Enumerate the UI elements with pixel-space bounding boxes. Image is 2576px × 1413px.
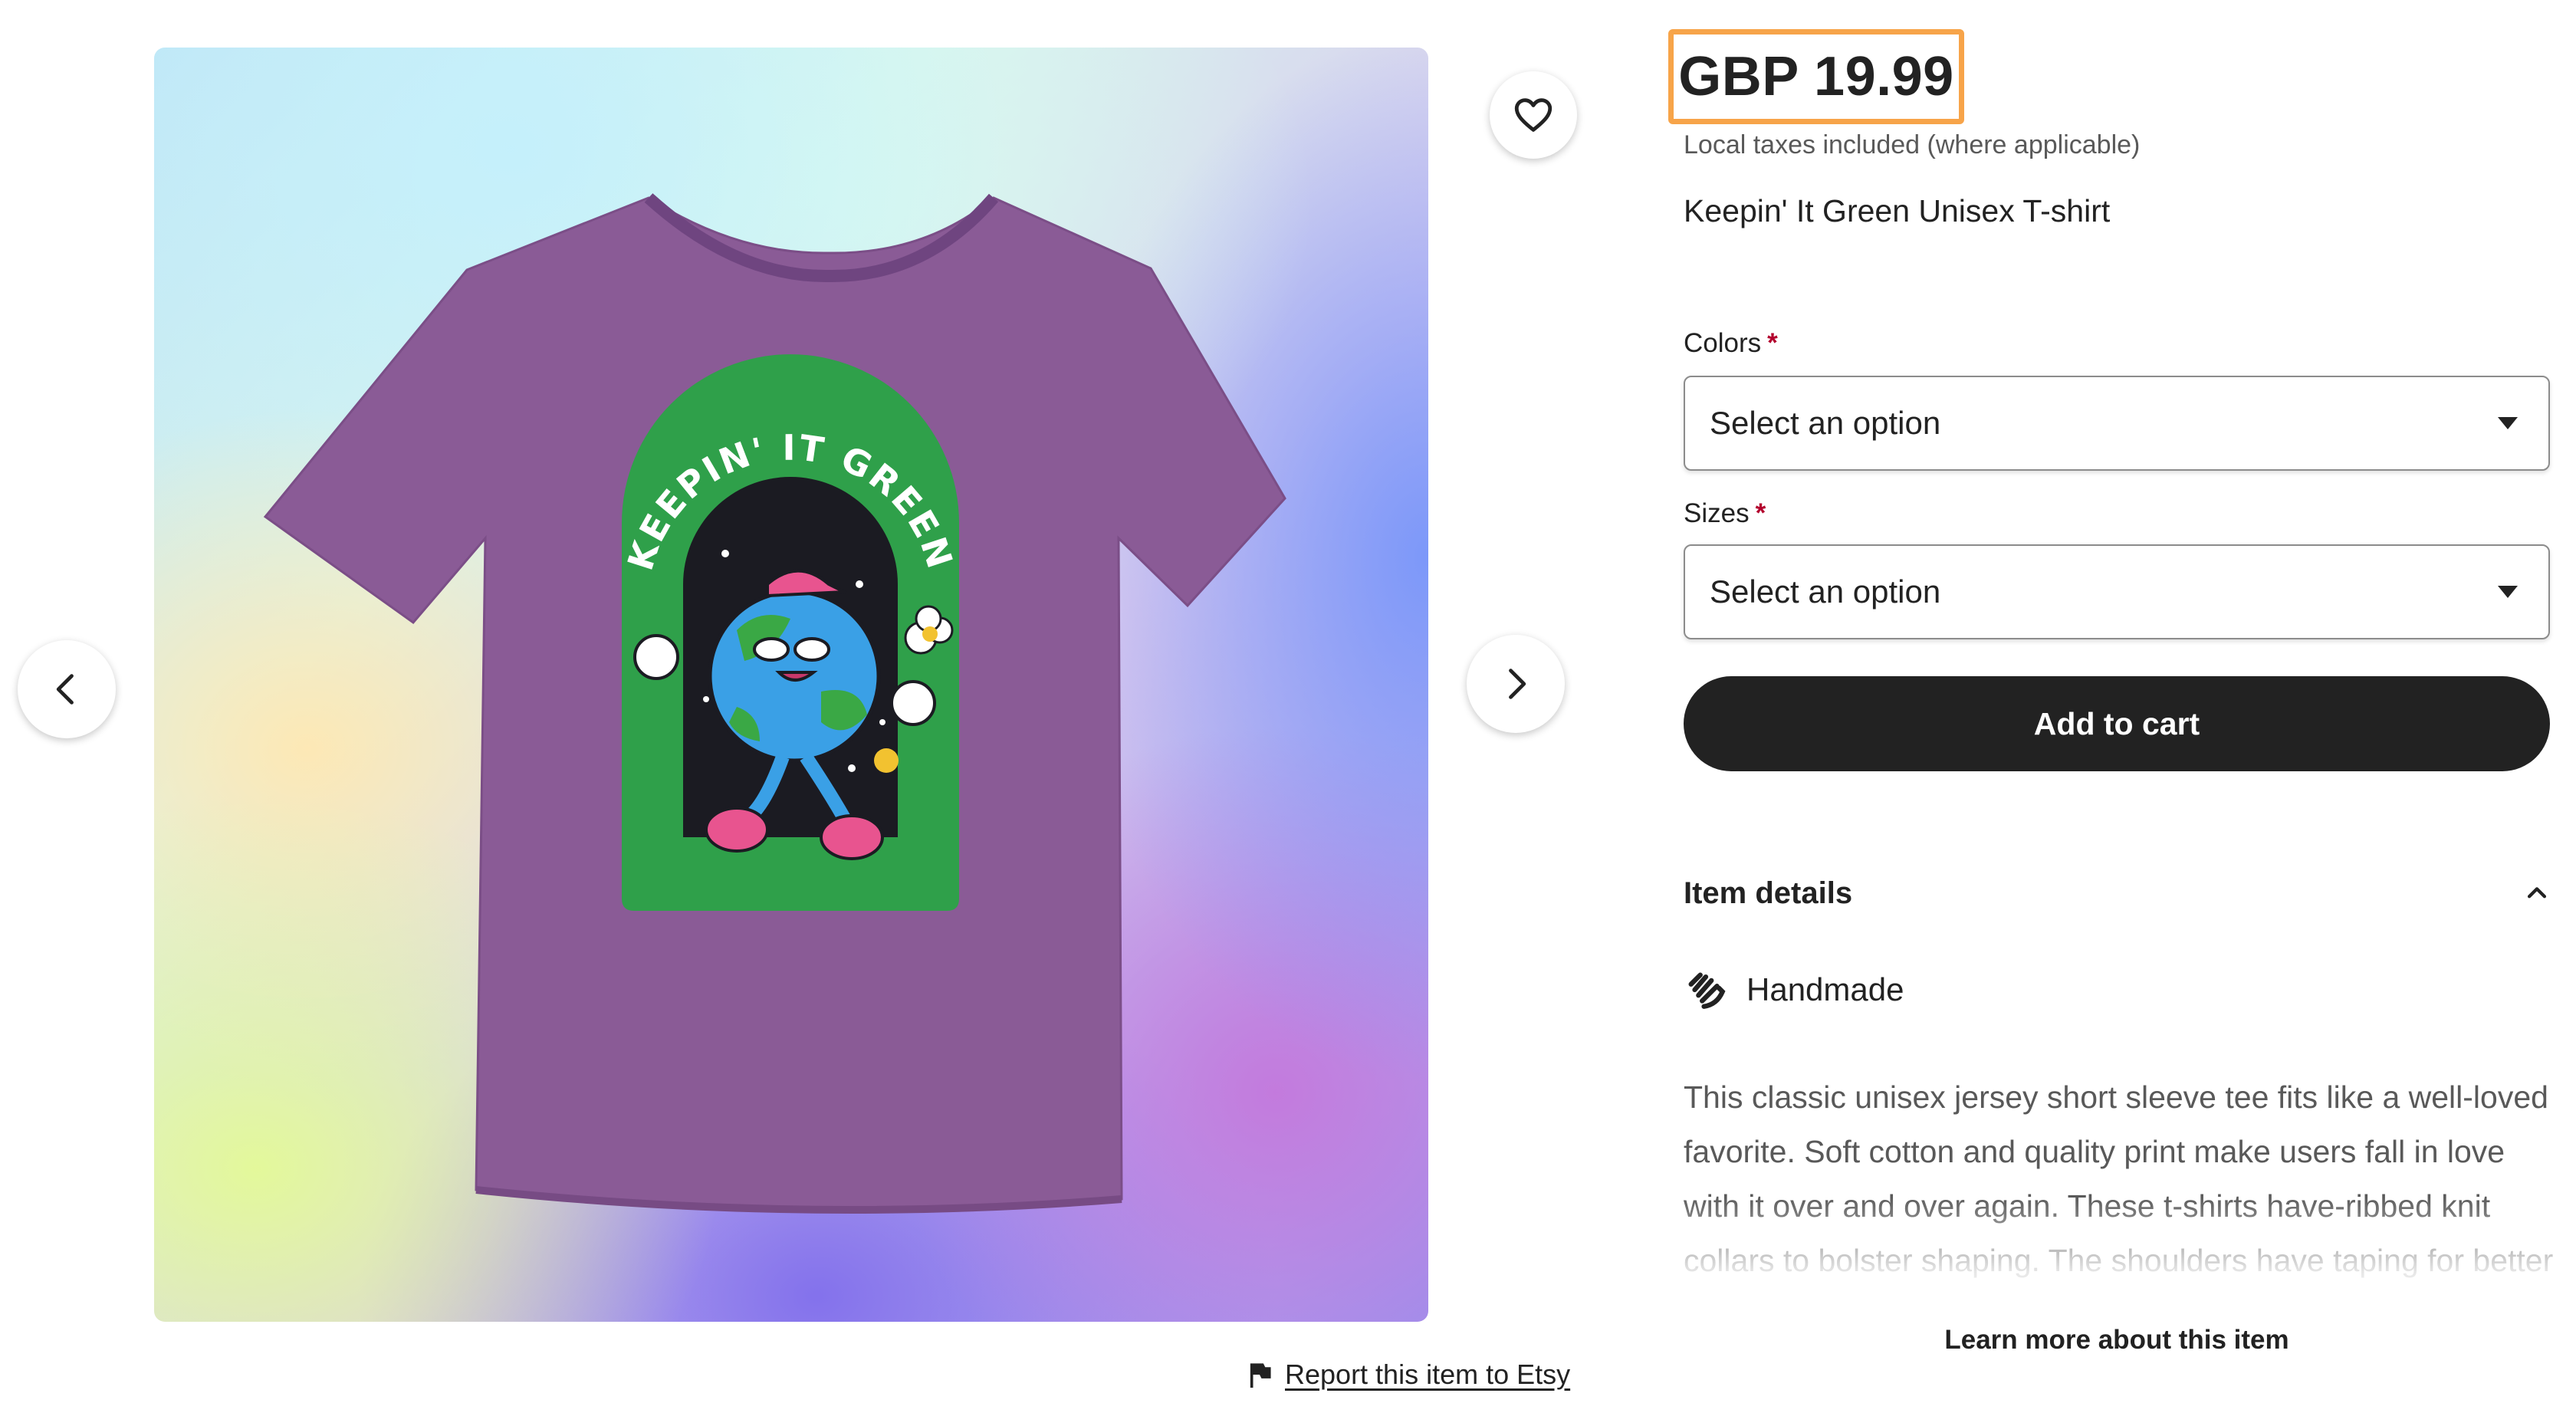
sizes-select[interactable]: Select an option bbox=[1684, 544, 2550, 639]
price: GBP 19.99 bbox=[1678, 46, 1954, 107]
t-shirt-illustration: KEEPIN' IT GREEN bbox=[263, 193, 1286, 1214]
price-highlight: GBP 19.99 bbox=[1668, 29, 1964, 124]
item-details-title: Item details bbox=[1684, 876, 1853, 910]
colors-label-text: Colors bbox=[1684, 328, 1762, 358]
dropdown-arrow-icon bbox=[2498, 586, 2518, 598]
chevron-right-icon bbox=[1509, 669, 1526, 699]
colors-label: Colors * bbox=[1684, 328, 1778, 359]
product-photo[interactable]: KEEPIN' IT GREEN bbox=[154, 48, 1428, 1322]
flag-icon bbox=[1250, 1363, 1271, 1388]
tax-note: Local taxes included (where applicable) bbox=[1684, 130, 2141, 159]
sizes-label-text: Sizes bbox=[1684, 498, 1750, 528]
item-details-toggle[interactable]: Item details bbox=[1684, 866, 2550, 920]
report-item-link[interactable]: Report this item to Etsy bbox=[1285, 1359, 1570, 1391]
next-image-button[interactable] bbox=[1467, 635, 1565, 733]
chevron-left-icon bbox=[56, 674, 74, 705]
colors-select[interactable]: Select an option bbox=[1684, 376, 2550, 471]
heart-icon bbox=[1514, 98, 1552, 132]
previous-image-button[interactable] bbox=[18, 640, 116, 738]
required-mark: * bbox=[1767, 328, 1778, 358]
handmade-label: Handmade bbox=[1746, 971, 1904, 1007]
sizes-label: Sizes * bbox=[1684, 498, 1766, 529]
listing-title: Keepin' It Green Unisex T-shirt bbox=[1684, 193, 2111, 228]
report-item: Report this item to Etsy bbox=[1248, 1359, 1570, 1391]
description-fade bbox=[1671, 1196, 2568, 1334]
sizes-select-value: Select an option bbox=[1710, 573, 1941, 610]
add-to-cart-button[interactable]: Add to cart bbox=[1684, 676, 2550, 771]
colors-select-value: Select an option bbox=[1710, 405, 1941, 441]
required-mark: * bbox=[1755, 498, 1766, 528]
handmade-badge: Handmade bbox=[1684, 968, 1904, 1012]
learn-more-link[interactable]: Learn more about this item bbox=[1684, 1325, 2550, 1355]
dropdown-arrow-icon bbox=[2498, 417, 2518, 429]
chevron-up-icon bbox=[2527, 887, 2547, 899]
hand-icon bbox=[1688, 972, 1726, 1009]
favorite-button[interactable] bbox=[1490, 71, 1577, 159]
